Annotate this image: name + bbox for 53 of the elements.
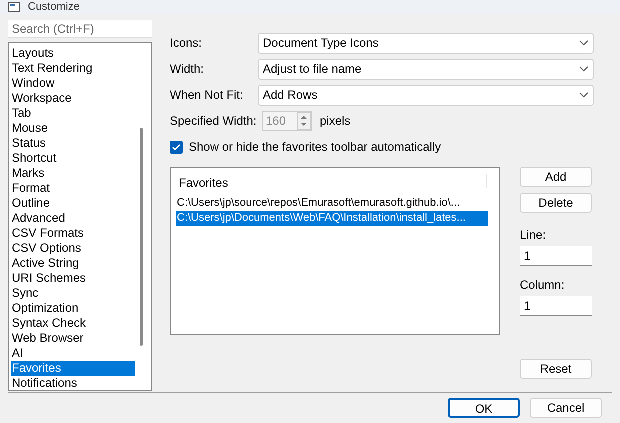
chevron-down-icon [579,92,589,98]
category-item[interactable]: Advanced [11,211,135,226]
dropdown[interactable]: Add Rows [258,84,594,106]
column-field[interactable]: 1 [520,296,592,316]
category-item[interactable]: Workspace [11,91,135,106]
category-item[interactable]: Favorites [11,361,135,376]
category-item[interactable]: CSV Formats [11,226,135,241]
side-button[interactable]: Add [520,167,592,187]
dialog-button[interactable]: Cancel [530,398,602,418]
checkbox-label: Show or hide the favorites toolbar automatically [189,139,442,156]
category-item[interactable]: Syntax Check [11,316,135,331]
setting-label: Specified Width: [170,113,258,130]
category-item[interactable]: Shortcut [11,151,135,166]
category-item[interactable]: Web Browser [11,331,135,346]
setting-label: Icons: [170,35,204,52]
reset-button[interactable]: Reset [520,359,592,379]
category-item[interactable]: Text Rendering [11,61,135,76]
dropdown[interactable]: Adjust to file name [258,58,594,80]
category-item[interactable]: Outline [11,196,135,211]
checkbox[interactable] [170,140,183,154]
category-item[interactable]: AI [11,346,135,361]
column-header[interactable]: Favorites [176,174,487,188]
category-item[interactable]: Layouts [11,46,135,61]
category-item[interactable]: URI Schemes [11,271,135,286]
search-field[interactable]: Search (Ctrl+F) [8,20,152,38]
category-item[interactable]: Format [11,181,135,196]
favorite-row[interactable]: C:\Users\jp\Documents\Web\FAQ\Installation\install_lates... [176,211,488,226]
category-item[interactable]: Active String [11,256,135,271]
category-item[interactable]: Tab [11,106,135,121]
setting-label: Width: [170,61,206,78]
window-title: Customize [28,2,80,12]
scrollbar-thumb[interactable] [140,128,142,346]
app-icon [8,2,20,12]
category-item[interactable]: Sync [11,286,135,301]
category-item[interactable]: Notifications [11,376,135,391]
dialog-button[interactable]: OK [448,398,520,418]
chevron-down-icon [579,40,589,46]
setting-label: When Not Fit: [170,87,244,104]
category-item[interactable]: Optimization [11,301,135,316]
field-label: Line: [520,227,548,244]
category-item[interactable]: Status [11,136,135,151]
check-icon [172,144,181,150]
unit-label: pixels [320,113,351,130]
category-item[interactable]: CSV Options [11,241,135,256]
category-item[interactable]: Window [11,76,135,91]
chevron-down-icon [579,66,589,72]
category-item[interactable]: Marks [11,166,135,181]
line-field[interactable]: 1 [520,246,592,266]
favorite-row[interactable]: C:\Users\jp\source\repos\Emurasoft\emurasoft.github.io\... [176,196,488,211]
dropdown[interactable]: Document Type Icons [258,32,594,54]
category-item[interactable]: Mouse [11,121,135,136]
side-button[interactable]: Delete [520,193,592,213]
field-label: Column: [520,277,566,294]
